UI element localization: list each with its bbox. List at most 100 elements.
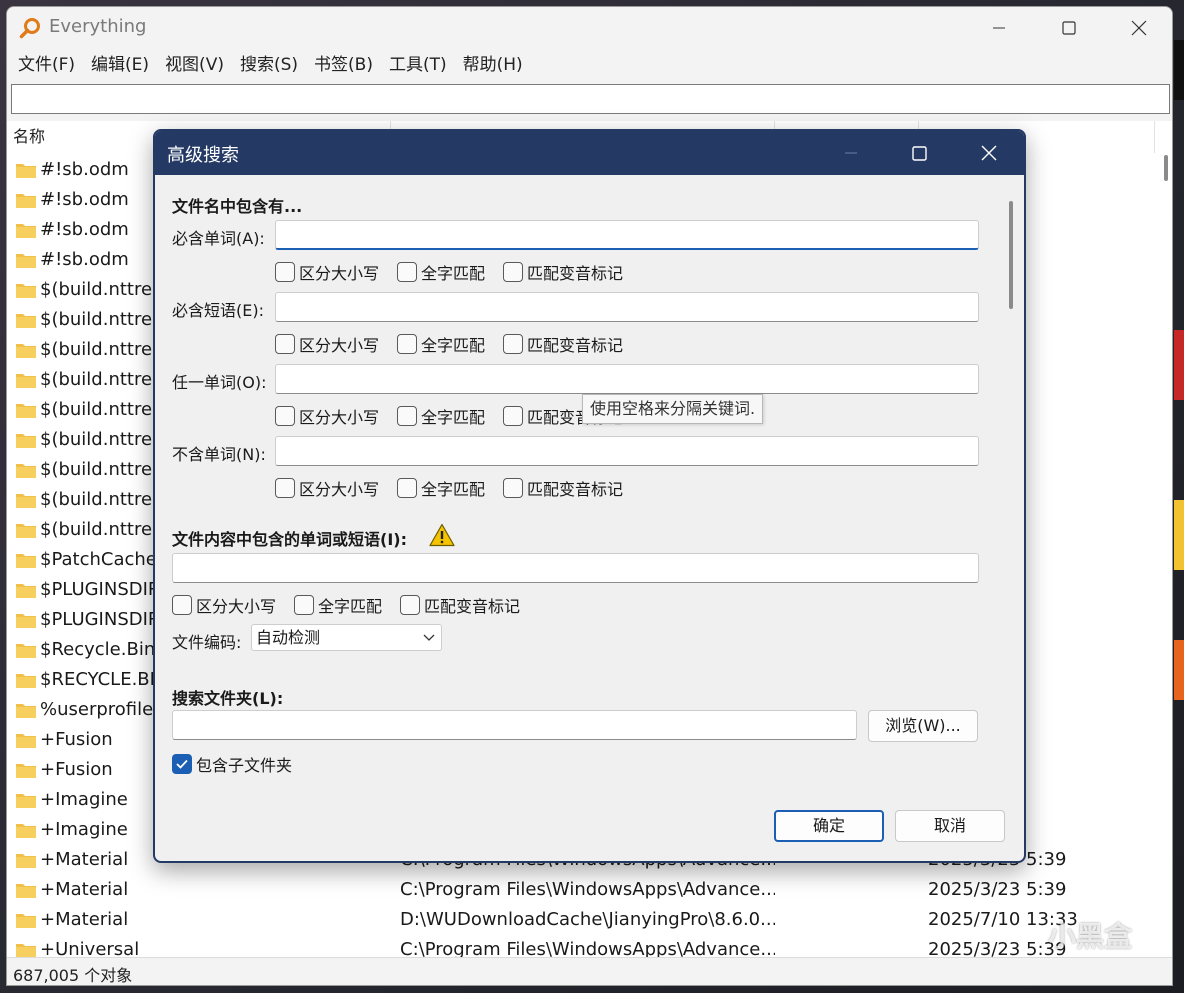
checkbox-box [172,754,192,774]
file-name: $(build.nttree [40,459,164,480]
folder-icon [16,494,36,508]
menu-search[interactable]: 搜索(S) [232,50,306,80]
window-title: Everything [49,16,147,37]
minimize-button[interactable] [964,7,1034,49]
folder-icon [16,314,36,328]
desktop-fragment [1174,500,1184,570]
diacritics-checkbox[interactable]: 匹配变音标记 [503,260,623,284]
diacritics-checkbox[interactable]: 匹配变音标记 [400,593,520,617]
dialog-title-bar: 高级搜索 [155,131,1024,175]
whole-word-checkbox[interactable]: 全字匹配 [397,476,485,500]
dialog-maximize-button[interactable] [883,131,955,175]
folder-icon [16,194,36,208]
file-name: $(build.nttree [40,489,164,510]
file-name: $PatchCache [40,549,157,570]
checkbox-box [397,406,418,426]
dialog-minimize-button[interactable] [815,131,887,175]
maximize-button[interactable] [1034,7,1104,49]
whole-word-checkbox[interactable]: 全字匹配 [397,404,485,428]
close-icon [1131,20,1147,36]
file-name: #!sb.odm [40,159,129,180]
table-row[interactable]: +Material C:\Program Files\WindowsApps\Ad… [7,875,1155,905]
must-words-label: 必含单词(A): [172,229,265,248]
checkbox-box [275,262,295,282]
encoding-select[interactable]: 自动检测 [251,624,442,651]
file-name: #!sb.odm [40,219,129,240]
ok-button[interactable]: 确定 [774,810,884,842]
folder-icon [16,614,36,628]
match-case-checkbox[interactable]: 区分大小写 [172,593,276,617]
close-button[interactable] [1104,7,1172,49]
browse-button[interactable]: 浏览(W)... [868,710,978,742]
must-phrase-field[interactable] [275,292,979,322]
maximize-icon [911,145,927,161]
checkbox-box [397,262,418,282]
whole-word-checkbox[interactable]: 全字匹配 [397,260,485,284]
folder-icon [16,164,36,178]
list-scrollbar-thumb[interactable] [1164,155,1168,181]
list-scrollbar[interactable] [1162,155,1170,955]
menu-tools[interactable]: 工具(T) [381,50,455,80]
menu-help[interactable]: 帮助(H) [455,50,531,80]
checkbox-box [275,478,295,498]
folder-icon [16,764,36,778]
include-subfolders-checkbox[interactable]: 包含子文件夹 [172,752,292,776]
folder-field[interactable] [172,710,857,740]
diacritics-checkbox[interactable]: 匹配变音标记 [503,332,623,356]
file-name: +Material [40,849,129,870]
search-input[interactable] [11,84,1170,114]
match-case-checkbox[interactable]: 区分大小写 [275,332,379,356]
menu-bookmarks[interactable]: 书签(B) [306,50,381,80]
checkbox-box [294,595,315,615]
file-name: +Fusion [40,759,113,780]
desktop-fragment [1174,330,1184,400]
match-case-checkbox[interactable]: 区分大小写 [275,404,379,428]
object-count: 687,005 个对象 [13,966,133,985]
encoding-label: 文件编码: [172,633,242,652]
file-name: +Material [40,879,129,900]
content-options: 区分大小写 全字匹配 匹配变音标记 [172,593,538,617]
warning-icon [429,523,455,547]
desktop-fragment [1174,40,1184,100]
menu-edit[interactable]: 编辑(E) [83,50,157,80]
match-case-checkbox[interactable]: 区分大小写 [275,476,379,500]
menu-bar: 文件(F) 编辑(E) 视图(V) 搜索(S) 书签(B) 工具(T) 帮助(H… [7,49,1172,81]
content-field[interactable] [172,553,979,583]
not-words-options: 区分大小写 全字匹配 匹配变音标记 [275,476,641,500]
file-name: $(build.nttree [40,519,164,540]
cancel-button[interactable]: 取消 [895,810,1005,842]
dialog-scrollbar-thumb[interactable] [1009,201,1013,309]
file-name: $(build.nttree [40,429,164,450]
menu-view[interactable]: 视图(V) [157,50,232,80]
file-name: +Fusion [40,729,113,750]
dialog-close-button[interactable] [953,131,1024,175]
watermark-text: 小黑盒 [1047,920,1132,953]
folder-icon [16,554,36,568]
folder-icon [16,254,36,268]
folder-icon [16,914,36,928]
desktop-fragment [1174,640,1184,700]
diacritics-checkbox[interactable]: 匹配变音标记 [503,476,623,500]
file-date: 2025/3/23 5:39 [928,879,1067,900]
folder-icon [16,524,36,538]
chevron-down-icon [423,634,435,641]
content-section-title: 文件内容中包含的单词或短语(I): [172,530,407,549]
minimize-icon [993,27,1005,29]
dialog-scrollbar[interactable] [1007,175,1015,785]
whole-word-checkbox[interactable]: 全字匹配 [294,593,382,617]
dialog-title: 高级搜索 [167,145,239,166]
folder-icon [16,704,36,718]
checkbox-box [503,262,524,282]
table-row[interactable]: +Material D:\WUDownloadCache\JianyingPro\… [7,905,1155,935]
whole-word-checkbox[interactable]: 全字匹配 [397,332,485,356]
file-name: $RECYCLE.BIN [40,669,169,690]
close-icon [981,145,997,161]
match-case-checkbox[interactable]: 区分大小写 [275,260,379,284]
must-words-field[interactable] [275,220,979,250]
menu-file[interactable]: 文件(F) [10,50,83,80]
any-words-field[interactable] [275,364,979,394]
checkbox-box [400,595,421,615]
checkbox-box [397,478,418,498]
not-words-field[interactable] [275,436,979,466]
folder-icon [16,644,36,658]
